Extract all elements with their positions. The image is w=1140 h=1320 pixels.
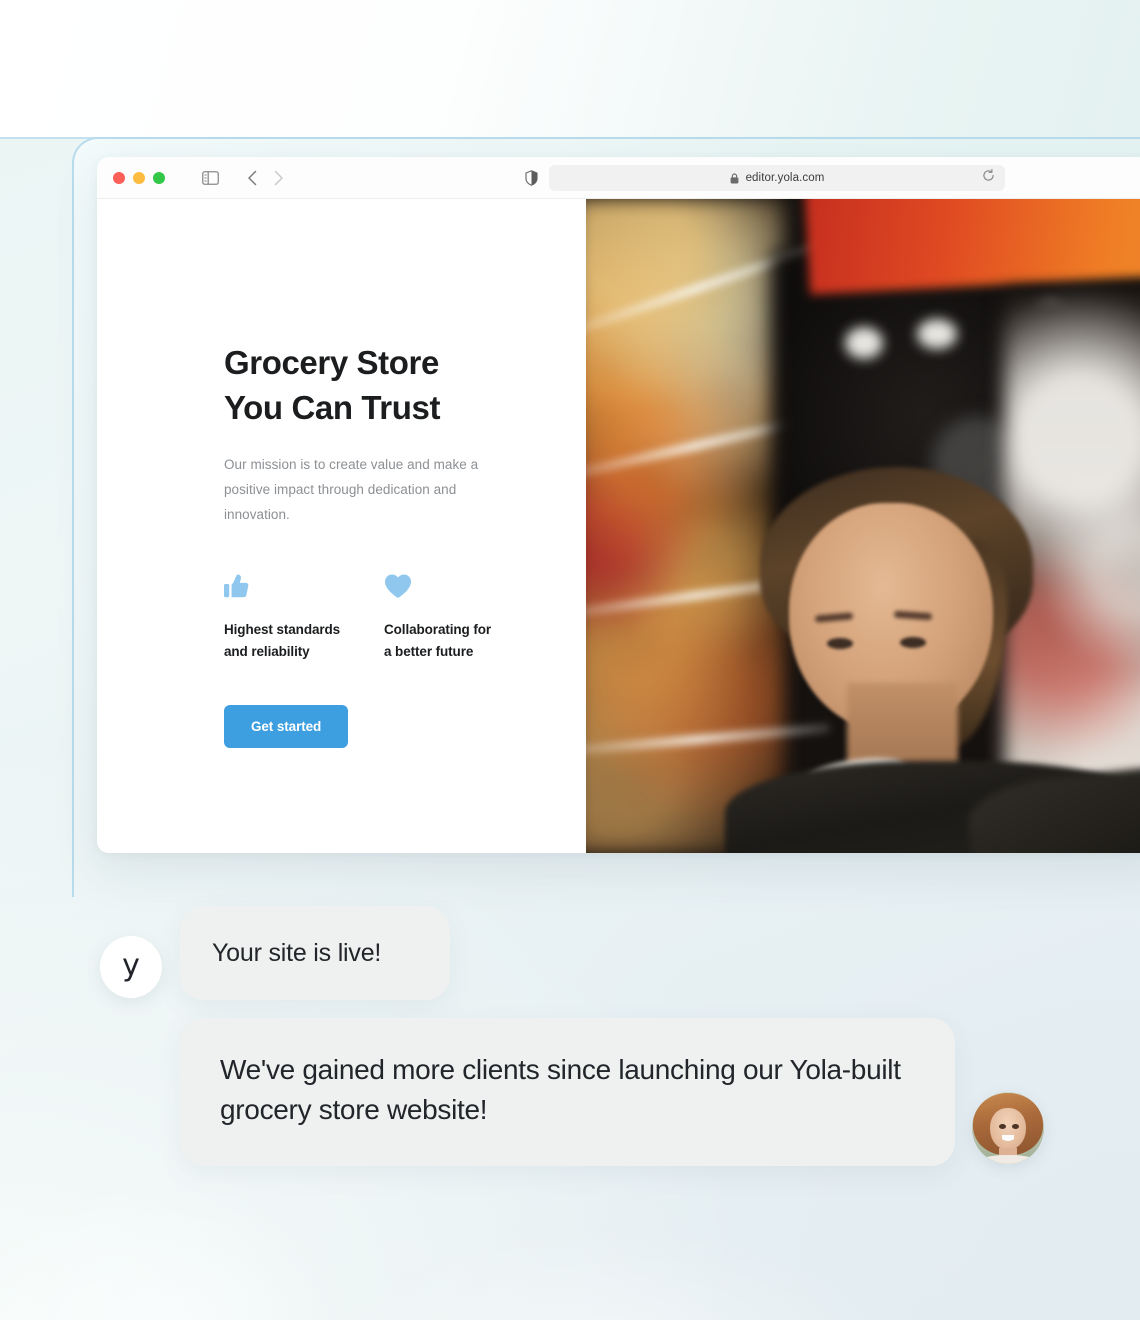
feature-label: Highest standards and reliability	[224, 622, 341, 660]
chevron-left-icon	[248, 170, 257, 185]
sidebar-icon	[202, 170, 219, 185]
address-bar[interactable]: editor.yola.com	[549, 165, 1005, 191]
chat-bubble-status: Your site is live!	[180, 906, 450, 1000]
privacy-report-button[interactable]	[525, 169, 538, 186]
feature-label: Collaborating for a better future	[384, 622, 492, 660]
feature-list: Highest standards and reliability Collab…	[224, 569, 544, 663]
minimize-window-button[interactable]	[133, 171, 145, 184]
background-glow	[0, 1180, 360, 1320]
yola-logo-avatar: y	[100, 936, 162, 998]
back-button[interactable]	[247, 170, 258, 186]
background-glow	[330, 1230, 890, 1320]
website-viewport: Grocery Store You Can Trust Our mission …	[97, 199, 1140, 853]
forward-button[interactable]	[273, 170, 284, 186]
maximize-window-button[interactable]	[153, 171, 165, 184]
chat-bubble-testimonial: We've gained more clients since launchin…	[180, 1018, 955, 1166]
address-bar-content: editor.yola.com	[730, 172, 825, 184]
sidebar-toggle-button[interactable]	[202, 170, 219, 185]
browser-toolbar: editor.yola.com	[97, 157, 1140, 199]
yola-logo-letter: y	[122, 948, 140, 983]
hero-image	[586, 199, 1140, 853]
avatar-smile	[1002, 1135, 1014, 1141]
avatar	[972, 1092, 1044, 1164]
hero-text-column: Grocery Store You Can Trust Our mission …	[97, 199, 586, 853]
chevron-right-icon	[274, 170, 283, 185]
feature-item-standards: Highest standards and reliability	[224, 569, 384, 663]
photo-grain	[586, 199, 1140, 853]
background-top-band	[0, 0, 1140, 139]
page-title: Grocery Store You Can Trust	[224, 344, 441, 426]
feature-item-collaboration: Collaborating for a better future	[384, 569, 544, 663]
avatar-shoulder	[977, 1155, 1039, 1164]
reload-icon	[983, 169, 994, 181]
shield-icon	[525, 169, 538, 186]
reload-button[interactable]	[982, 169, 995, 187]
lock-icon	[730, 172, 738, 183]
avatar-face	[990, 1107, 1026, 1150]
heart-icon	[384, 569, 544, 599]
url-text: editor.yola.com	[745, 172, 825, 184]
window-controls[interactable]	[113, 171, 165, 184]
browser-window: editor.yola.com Grocery Store You Can Tr…	[97, 157, 1140, 853]
get-started-button[interactable]: Get started	[224, 705, 349, 749]
hero-subtitle: Our mission is to create value and make …	[224, 456, 479, 522]
thumbs-up-icon	[224, 569, 384, 599]
close-window-button[interactable]	[113, 171, 125, 184]
hero-image-column	[586, 199, 1140, 853]
hero-copy: Grocery Store You Can Trust Our mission …	[224, 341, 544, 749]
